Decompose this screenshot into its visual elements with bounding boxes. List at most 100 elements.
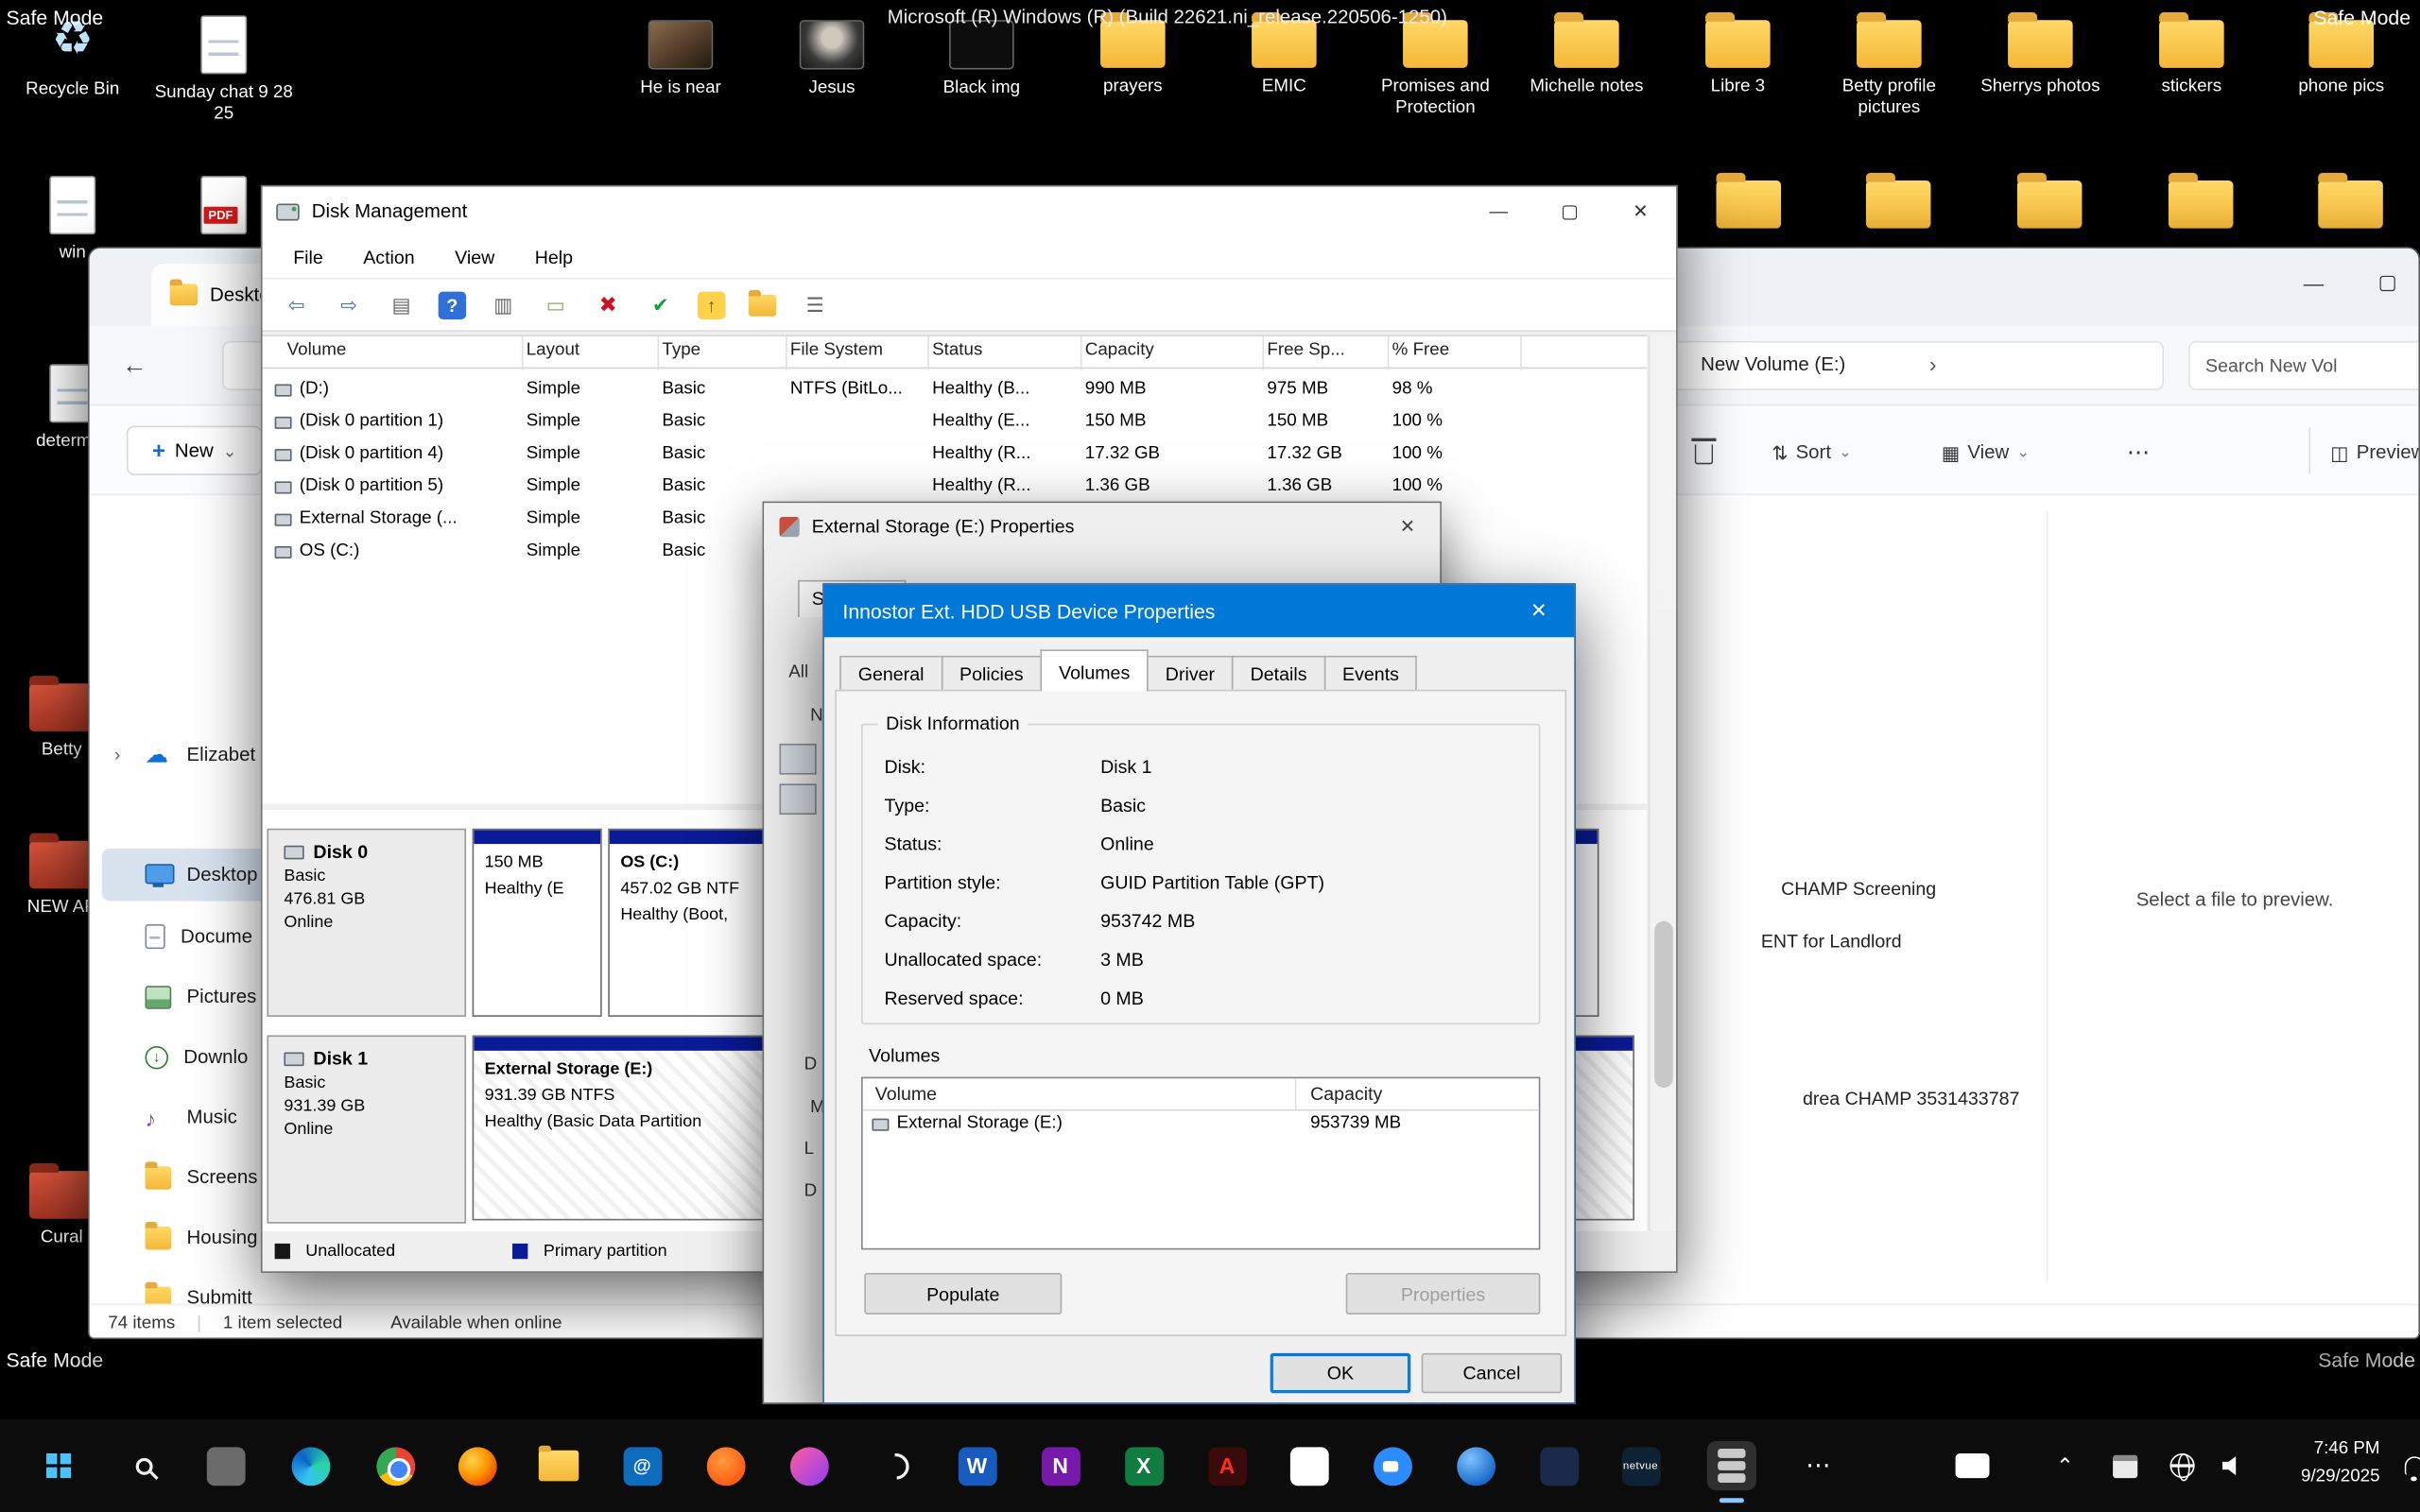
volume-row[interactable]: External Storage (E:) 953739 MB: [863, 1111, 1539, 1143]
taskbar-media-button[interactable]: [784, 1441, 833, 1490]
taskbar-browser-orange-button[interactable]: [700, 1441, 750, 1490]
table-row[interactable]: (D:)Simple BasicNTFS (BitLo... Healthy (…: [263, 375, 1647, 407]
minimize-button[interactable]: [2278, 249, 2349, 317]
taskbar-widgets-button[interactable]: [200, 1441, 250, 1490]
taskbar-file-explorer-button[interactable]: [534, 1441, 583, 1490]
list-view-icon[interactable]: [800, 289, 831, 320]
desktop-icon-sunday-chat[interactable]: Sunday chat 9 28 25: [153, 9, 295, 127]
taskbar-firefox-button[interactable]: [452, 1441, 501, 1490]
col-volume[interactable]: Volume: [287, 341, 347, 360]
desktop-icon-libre-3[interactable]: Libre 3: [1667, 9, 1808, 98]
taskbar-mail-button[interactable]: @: [617, 1441, 666, 1490]
table-row[interactable]: (Disk 0 partition 1)Simple Basic Healthy…: [263, 407, 1647, 439]
close-button[interactable]: [1375, 503, 1441, 549]
taskbar-chrome-button[interactable]: [371, 1441, 420, 1490]
properties-icon[interactable]: [540, 289, 571, 320]
preview-button[interactable]: Preview: [2330, 431, 2420, 474]
taskbar-acrobat-button[interactable]: A: [1202, 1441, 1252, 1490]
tab-general[interactable]: General: [839, 656, 942, 692]
desktop-icon-he-is-near[interactable]: He is near: [610, 9, 752, 99]
desktop-icon-betty-profile[interactable]: Betty profile pictures: [1818, 9, 1960, 120]
col-free-space[interactable]: Free Sp...: [1267, 341, 1344, 360]
sort-button[interactable]: Sort: [1772, 431, 1852, 474]
show-table-icon[interactable]: [386, 289, 417, 320]
back-icon[interactable]: [281, 289, 312, 320]
start-button[interactable]: [34, 1441, 83, 1490]
ok-button[interactable]: OK: [1270, 1353, 1411, 1393]
cancel-button[interactable]: Cancel: [1422, 1353, 1563, 1393]
delete-volume-icon[interactable]: [593, 289, 624, 320]
taskbar-edge-button[interactable]: [285, 1441, 335, 1490]
taskbar-onenote-button[interactable]: N: [1036, 1441, 1085, 1490]
tray-show-desktop-button[interactable]: [1947, 1441, 1996, 1490]
maximize-button[interactable]: [1534, 187, 1605, 236]
tray-app-icon-button[interactable]: [2100, 1441, 2150, 1490]
innostor-titlebar[interactable]: Innostor Ext. HDD USB Device Properties: [824, 585, 1574, 638]
forward-icon[interactable]: [334, 289, 365, 320]
table-row[interactable]: (Disk 0 partition 4)Simple Basic Healthy…: [263, 439, 1647, 472]
graphical-view-icon[interactable]: [488, 289, 519, 320]
desktop-folder-icon[interactable]: [1979, 170, 2120, 229]
taskbar-netvue-button[interactable]: netvue: [1616, 1441, 1665, 1490]
taskbar-disk-management-button[interactable]: [1707, 1441, 1756, 1490]
delete-button[interactable]: [1695, 431, 1714, 474]
taskbar-voice-button[interactable]: [871, 1441, 920, 1490]
desktop-icon-michelle-notes[interactable]: Michelle notes: [1515, 9, 1657, 98]
help-icon[interactable]: [439, 291, 466, 318]
maximize-button[interactable]: [2352, 249, 2420, 317]
disk1-header[interactable]: Disk 1 Basic 931.39 GB Online: [267, 1036, 466, 1224]
search-input[interactable]: Search New Vol: [2188, 341, 2420, 390]
col-pct-free[interactable]: % Free: [1392, 341, 1450, 360]
populate-button[interactable]: Populate: [864, 1273, 1062, 1314]
col-layout[interactable]: Layout: [527, 341, 579, 360]
partition-efi[interactable]: 150 MB Healthy (E: [473, 829, 602, 1017]
taskbar-sphere-app-button[interactable]: [1451, 1441, 1500, 1490]
taskbar-zoom-button[interactable]: [1368, 1441, 1417, 1490]
taskbar-sheets-button[interactable]: [1284, 1441, 1333, 1490]
desktop-folder-icon[interactable]: [2279, 170, 2420, 229]
tab-events[interactable]: Events: [1323, 656, 1417, 692]
properties-titlebar[interactable]: External Storage (E:) Properties: [764, 503, 1440, 549]
tray-hidden-icons-button[interactable]: [2040, 1441, 2089, 1490]
taskbar-overflow-button[interactable]: [1793, 1441, 1842, 1490]
menu-view[interactable]: View: [455, 246, 494, 267]
table-row[interactable]: (Disk 0 partition 5)Simple Basic Healthy…: [263, 472, 1647, 505]
close-button[interactable]: [1503, 585, 1574, 638]
col-file-system[interactable]: File System: [790, 341, 883, 360]
desktop-folder-icon[interactable]: [1827, 170, 1969, 229]
tab-driver[interactable]: Driver: [1147, 656, 1233, 692]
view-button[interactable]: View: [1942, 431, 2030, 474]
menu-file[interactable]: File: [293, 246, 323, 267]
tray-volume-button[interactable]: [2208, 1441, 2257, 1490]
open-icon[interactable]: [749, 294, 776, 316]
col-status[interactable]: Status: [932, 341, 982, 360]
close-button[interactable]: [1605, 187, 1676, 236]
menu-help[interactable]: Help: [535, 246, 573, 267]
desktop-folder-icon[interactable]: [1678, 170, 1820, 229]
disk-management-titlebar[interactable]: Disk Management: [263, 187, 1677, 236]
menu-action[interactable]: Action: [363, 246, 414, 267]
taskbar-word-button[interactable]: W: [952, 1441, 1001, 1490]
desktop-icon-sherrys-photos[interactable]: Sherrys photos: [1969, 9, 2111, 98]
desktop-folder-icon[interactable]: [2130, 170, 2272, 229]
breadcrumb[interactable]: New Volume (E:): [1701, 353, 1845, 375]
file-item[interactable]: drea CHAMP 3531433787: [1803, 1088, 2019, 1109]
taskbar-excel-button[interactable]: X: [1119, 1441, 1168, 1490]
scrollbar-thumb[interactable]: [1654, 921, 1673, 1088]
export-icon[interactable]: [698, 291, 725, 318]
desktop-icon-jesus[interactable]: Jesus: [761, 9, 903, 99]
mark-active-icon[interactable]: [645, 289, 676, 320]
new-button[interactable]: New: [127, 426, 263, 475]
file-item[interactable]: CHAMP Screening: [1781, 878, 1936, 900]
more-options-button[interactable]: [2127, 431, 2150, 474]
properties-button[interactable]: Properties: [1346, 1273, 1541, 1314]
vertical-scrollbar[interactable]: [1649, 335, 1676, 1231]
tab-policies[interactable]: Policies: [941, 656, 1042, 692]
file-item[interactable]: ENT for Landlord: [1761, 930, 1902, 952]
tab-details[interactable]: Details: [1232, 656, 1325, 692]
col-capacity[interactable]: Capacity: [1085, 341, 1154, 360]
taskbar-album-button[interactable]: [1534, 1441, 1583, 1490]
tray-network-button[interactable]: [2157, 1441, 2206, 1490]
tab-volumes[interactable]: Volumes: [1041, 649, 1149, 691]
disk0-header[interactable]: Disk 0 Basic 476.81 GB Online: [267, 829, 466, 1017]
